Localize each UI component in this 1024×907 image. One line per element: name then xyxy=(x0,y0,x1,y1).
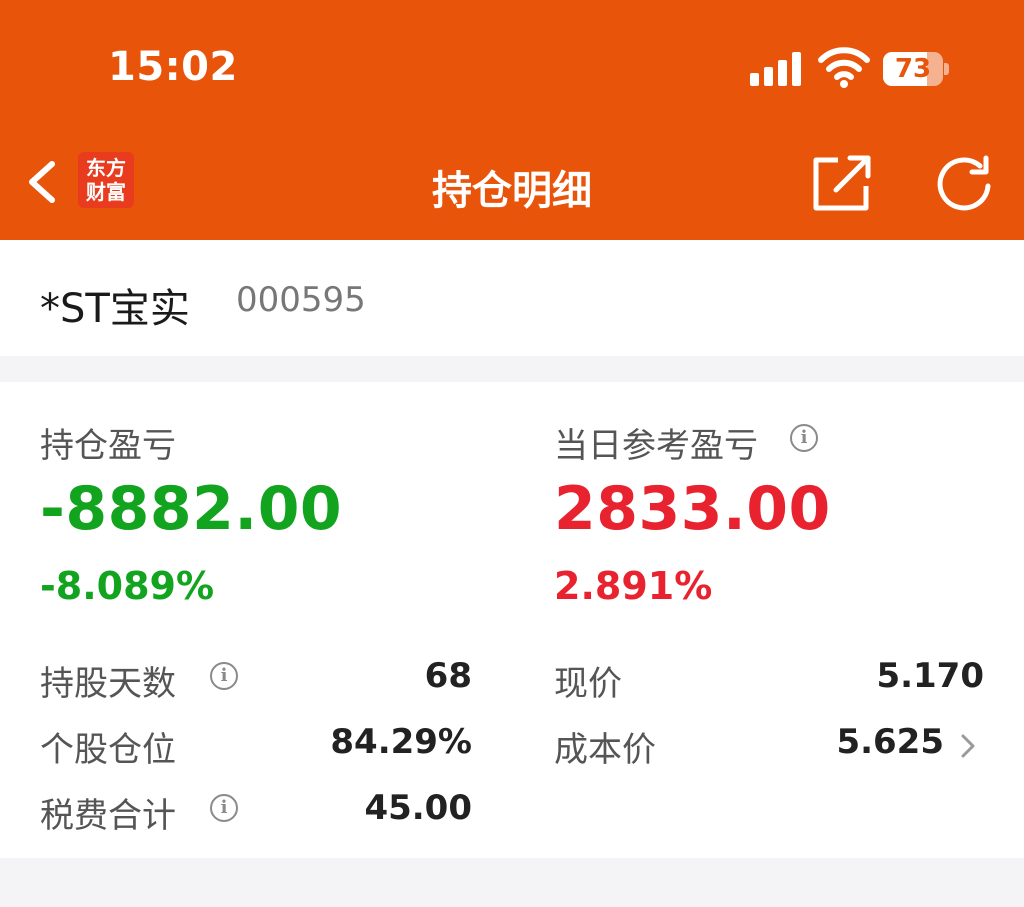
battery-percent: 73 xyxy=(894,54,932,84)
stock-header: *ST宝实 000595 xyxy=(0,240,1024,356)
info-icon[interactable]: i xyxy=(790,424,818,452)
signal-icon xyxy=(750,52,802,86)
daily-pnl-value: 2833.00 xyxy=(554,474,831,544)
refresh-icon[interactable] xyxy=(932,152,998,216)
back-chevron-icon[interactable] xyxy=(22,158,62,206)
holding-days-value: 68 xyxy=(424,656,472,696)
stock-name: *ST宝实 xyxy=(40,286,190,332)
daily-pnl-label: 当日参考盈亏 xyxy=(554,426,758,466)
holding-pnl-percent: -8.089% xyxy=(40,564,215,608)
daily-pnl-percent: 2.891% xyxy=(554,564,713,608)
share-icon[interactable] xyxy=(810,152,874,214)
pnl-summary-card: 持仓盈亏 -8882.00 -8.089% 当日参考盈亏 i 2833.00 2… xyxy=(0,382,1024,858)
logo-line-2: 财富 xyxy=(86,180,126,204)
holding-pnl-value: -8882.00 xyxy=(40,474,343,544)
position-ratio-value: 84.29% xyxy=(330,722,472,762)
current-price-value: 5.170 xyxy=(876,656,984,696)
stock-code: 000595 xyxy=(236,280,366,320)
chevron-right-icon[interactable] xyxy=(958,732,978,760)
app-logo[interactable]: 东方 财富 xyxy=(78,152,134,208)
info-icon[interactable]: i xyxy=(210,662,238,690)
fees-total-value: 45.00 xyxy=(364,788,472,828)
holding-pnl-label: 持仓盈亏 xyxy=(40,426,176,466)
app-header: 15:02 73 东方 财富 持仓明细 xyxy=(0,0,1024,240)
battery-icon: 73 xyxy=(883,52,949,86)
current-price-label: 现价 xyxy=(554,664,622,704)
cost-price-value[interactable]: 5.625 xyxy=(720,722,944,762)
wifi-icon xyxy=(818,47,870,88)
logo-line-1: 东方 xyxy=(86,156,126,180)
fees-total-label: 税费合计 xyxy=(40,796,176,836)
status-time: 15:02 xyxy=(108,44,238,90)
cost-price-label[interactable]: 成本价 xyxy=(554,722,656,771)
holding-days-label: 持股天数 xyxy=(40,664,176,704)
info-icon[interactable]: i xyxy=(210,794,238,822)
position-ratio-label: 个股仓位 xyxy=(40,730,176,770)
